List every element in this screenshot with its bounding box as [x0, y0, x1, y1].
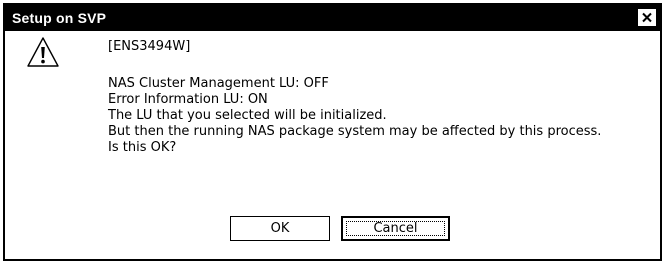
ok-button[interactable]: OK [230, 216, 330, 241]
message-text: NAS Cluster Management LU: OFF Error Inf… [108, 76, 658, 156]
confirmation-dialog: Setup on SVP [ENS3494W] NAS Cluster Mana… [3, 3, 662, 261]
window-title: Setup on SVP [12, 10, 107, 26]
message-line: NAS Cluster Management LU: OFF [108, 76, 329, 91]
title-bar: Setup on SVP [5, 5, 660, 31]
message-body: [ENS3494W] NAS Cluster Management LU: OF… [108, 38, 658, 156]
message-line: The LU that you selected will be initial… [108, 108, 387, 123]
close-button[interactable] [638, 9, 656, 26]
message-line: Is this OK? [108, 140, 177, 155]
cancel-button[interactable]: Cancel [341, 216, 450, 241]
message-line: But then the running NAS package system … [108, 124, 602, 139]
message-code: [ENS3494W] [108, 39, 191, 54]
warning-icon [27, 37, 59, 67]
message-line: Error Information LU: ON [108, 92, 268, 107]
cancel-button-label: Cancel [373, 221, 418, 236]
close-icon [642, 12, 652, 23]
